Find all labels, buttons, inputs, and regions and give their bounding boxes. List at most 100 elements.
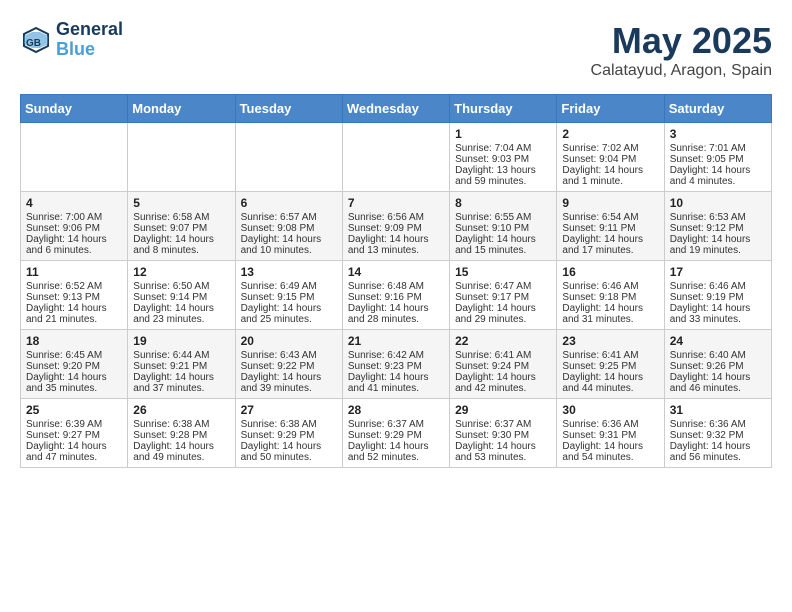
calendar-cell: 6Sunrise: 6:57 AMSunset: 9:08 PMDaylight… [235,192,342,261]
calendar-week-row: 18Sunrise: 6:45 AMSunset: 9:20 PMDayligh… [21,330,772,399]
calendar-week-row: 1Sunrise: 7:04 AMSunset: 9:03 PMDaylight… [21,123,772,192]
day-of-week-header: Thursday [450,95,557,123]
daylight-text: Daylight: 14 hours and 53 minutes. [455,441,551,463]
daylight-text: Daylight: 14 hours and 4 minutes. [670,165,766,187]
day-number: 8 [455,196,551,210]
daylight-text: Daylight: 14 hours and 28 minutes. [348,303,444,325]
sunrise-text: Sunrise: 6:47 AM [455,281,551,292]
calendar-cell: 25Sunrise: 6:39 AMSunset: 9:27 PMDayligh… [21,399,128,468]
sunrise-text: Sunrise: 6:46 AM [670,281,766,292]
daylight-text: Daylight: 14 hours and 33 minutes. [670,303,766,325]
day-number: 18 [26,334,122,348]
sunset-text: Sunset: 9:29 PM [241,430,337,441]
daylight-text: Daylight: 14 hours and 17 minutes. [562,234,658,256]
sunset-text: Sunset: 9:30 PM [455,430,551,441]
day-number: 19 [133,334,229,348]
calendar-header-row: SundayMondayTuesdayWednesdayThursdayFrid… [21,95,772,123]
logo-icon: GB [20,24,52,56]
daylight-text: Daylight: 14 hours and 21 minutes. [26,303,122,325]
day-of-week-header: Sunday [21,95,128,123]
sunset-text: Sunset: 9:03 PM [455,154,551,165]
day-number: 26 [133,403,229,417]
day-number: 17 [670,265,766,279]
calendar-cell: 13Sunrise: 6:49 AMSunset: 9:15 PMDayligh… [235,261,342,330]
calendar-cell: 4Sunrise: 7:00 AMSunset: 9:06 PMDaylight… [21,192,128,261]
calendar-cell: 18Sunrise: 6:45 AMSunset: 9:20 PMDayligh… [21,330,128,399]
day-number: 14 [348,265,444,279]
day-number: 22 [455,334,551,348]
daylight-text: Daylight: 14 hours and 6 minutes. [26,234,122,256]
calendar-week-row: 25Sunrise: 6:39 AMSunset: 9:27 PMDayligh… [21,399,772,468]
daylight-text: Daylight: 14 hours and 44 minutes. [562,372,658,394]
sunset-text: Sunset: 9:24 PM [455,361,551,372]
sunrise-text: Sunrise: 6:45 AM [26,350,122,361]
daylight-text: Daylight: 14 hours and 10 minutes. [241,234,337,256]
sunrise-text: Sunrise: 6:39 AM [26,419,122,430]
day-number: 7 [348,196,444,210]
calendar-cell: 1Sunrise: 7:04 AMSunset: 9:03 PMDaylight… [450,123,557,192]
calendar-cell: 19Sunrise: 6:44 AMSunset: 9:21 PMDayligh… [128,330,235,399]
day-number: 5 [133,196,229,210]
daylight-text: Daylight: 14 hours and 1 minute. [562,165,658,187]
day-number: 29 [455,403,551,417]
sunset-text: Sunset: 9:05 PM [670,154,766,165]
month-title: May 2025 [591,20,772,62]
daylight-text: Daylight: 14 hours and 25 minutes. [241,303,337,325]
svg-text:GB: GB [26,38,41,49]
sunset-text: Sunset: 9:18 PM [562,292,658,303]
location-title: Calatayud, Aragon, Spain [591,62,772,80]
sunset-text: Sunset: 9:08 PM [241,223,337,234]
day-of-week-header: Tuesday [235,95,342,123]
daylight-text: Daylight: 14 hours and 42 minutes. [455,372,551,394]
calendar-cell: 16Sunrise: 6:46 AMSunset: 9:18 PMDayligh… [557,261,664,330]
sunrise-text: Sunrise: 6:41 AM [562,350,658,361]
sunrise-text: Sunrise: 6:54 AM [562,212,658,223]
sunrise-text: Sunrise: 7:02 AM [562,143,658,154]
calendar-cell: 20Sunrise: 6:43 AMSunset: 9:22 PMDayligh… [235,330,342,399]
daylight-text: Daylight: 14 hours and 8 minutes. [133,234,229,256]
calendar-cell [235,123,342,192]
day-number: 2 [562,127,658,141]
sunrise-text: Sunrise: 6:40 AM [670,350,766,361]
sunset-text: Sunset: 9:15 PM [241,292,337,303]
calendar-cell [342,123,449,192]
calendar-cell: 17Sunrise: 6:46 AMSunset: 9:19 PMDayligh… [664,261,771,330]
calendar-cell: 7Sunrise: 6:56 AMSunset: 9:09 PMDaylight… [342,192,449,261]
daylight-text: Daylight: 13 hours and 59 minutes. [455,165,551,187]
sunset-text: Sunset: 9:25 PM [562,361,658,372]
sunrise-text: Sunrise: 7:00 AM [26,212,122,223]
day-number: 4 [26,196,122,210]
daylight-text: Daylight: 14 hours and 52 minutes. [348,441,444,463]
sunset-text: Sunset: 9:10 PM [455,223,551,234]
calendar-cell [128,123,235,192]
daylight-text: Daylight: 14 hours and 35 minutes. [26,372,122,394]
daylight-text: Daylight: 14 hours and 49 minutes. [133,441,229,463]
day-number: 28 [348,403,444,417]
daylight-text: Daylight: 14 hours and 13 minutes. [348,234,444,256]
logo-text: GeneralBlue [56,20,123,60]
sunrise-text: Sunrise: 6:37 AM [455,419,551,430]
day-of-week-header: Saturday [664,95,771,123]
day-number: 11 [26,265,122,279]
calendar-cell: 23Sunrise: 6:41 AMSunset: 9:25 PMDayligh… [557,330,664,399]
calendar-cell: 2Sunrise: 7:02 AMSunset: 9:04 PMDaylight… [557,123,664,192]
calendar-cell [21,123,128,192]
calendar-cell: 11Sunrise: 6:52 AMSunset: 9:13 PMDayligh… [21,261,128,330]
sunrise-text: Sunrise: 6:36 AM [670,419,766,430]
daylight-text: Daylight: 14 hours and 37 minutes. [133,372,229,394]
day-number: 6 [241,196,337,210]
sunset-text: Sunset: 9:27 PM [26,430,122,441]
sunset-text: Sunset: 9:16 PM [348,292,444,303]
calendar-cell: 30Sunrise: 6:36 AMSunset: 9:31 PMDayligh… [557,399,664,468]
sunset-text: Sunset: 9:12 PM [670,223,766,234]
sunset-text: Sunset: 9:23 PM [348,361,444,372]
sunrise-text: Sunrise: 6:55 AM [455,212,551,223]
day-number: 16 [562,265,658,279]
sunrise-text: Sunrise: 6:53 AM [670,212,766,223]
daylight-text: Daylight: 14 hours and 56 minutes. [670,441,766,463]
sunrise-text: Sunrise: 6:46 AM [562,281,658,292]
calendar-cell: 22Sunrise: 6:41 AMSunset: 9:24 PMDayligh… [450,330,557,399]
daylight-text: Daylight: 14 hours and 19 minutes. [670,234,766,256]
calendar-cell: 21Sunrise: 6:42 AMSunset: 9:23 PMDayligh… [342,330,449,399]
calendar-cell: 26Sunrise: 6:38 AMSunset: 9:28 PMDayligh… [128,399,235,468]
